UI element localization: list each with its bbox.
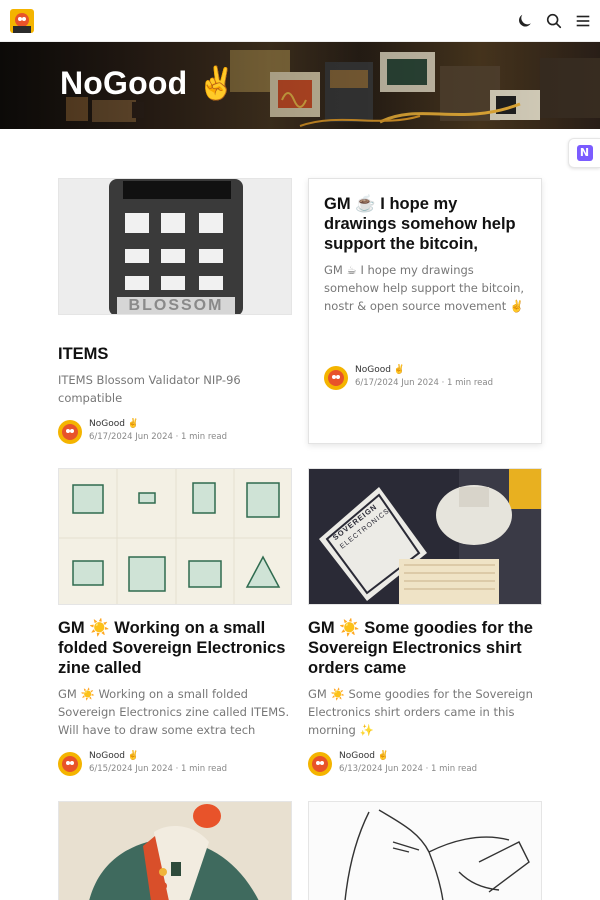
- post-card[interactable]: [58, 801, 292, 900]
- search-icon[interactable]: [544, 11, 564, 31]
- author-name: NoGood ✌️: [339, 751, 390, 761]
- thumb-caption: BLOSSOM: [128, 297, 224, 314]
- avatar: [308, 752, 332, 776]
- post-author[interactable]: NoGood ✌️ 6/17/2024 Jun 2024 · 1 min rea…: [58, 419, 292, 446]
- zine-pages-illustration: [59, 469, 291, 604]
- post-thumbnail[interactable]: [58, 468, 292, 605]
- post-title[interactable]: GM ☀️ Some goodies for the Sovereign Ele…: [308, 618, 542, 678]
- author-name: NoGood ✌️: [89, 751, 140, 761]
- post-thumbnail[interactable]: BLOSSOM: [58, 178, 292, 315]
- hero-banner: NoGood ✌️: [0, 42, 600, 129]
- post-author[interactable]: NoGood ✌️ 6/17/2024 Jun 2024 · 1 min rea…: [324, 365, 529, 392]
- post-title[interactable]: GM ☀️ Working on a small folded Sovereig…: [58, 618, 292, 678]
- post-excerpt: GM ☀️ Working on a small folded Sovereig…: [58, 687, 290, 737]
- post-title[interactable]: GM ☕ I hope my drawings somehow help sup…: [324, 194, 529, 254]
- menu-icon[interactable]: [573, 11, 593, 31]
- post-card-featured[interactable]: GM ☕ I hope my drawings somehow help sup…: [308, 178, 542, 444]
- author-name: NoGood ✌️: [355, 365, 406, 375]
- sketch-illustration: [309, 802, 541, 900]
- blossom-validator-illustration: [59, 179, 291, 314]
- moon-icon[interactable]: [515, 11, 535, 31]
- post-title[interactable]: ITEMS: [58, 344, 292, 364]
- top-bar: [0, 0, 600, 42]
- banner-title: NoGood ✌️: [60, 65, 237, 101]
- post-card[interactable]: SOVEREIGN ELECTRONICS GM ☀️ Some goodies…: [308, 468, 542, 778]
- post-excerpt: GM ☕ I hope my drawings somehow help sup…: [324, 263, 525, 313]
- post-card[interactable]: GM ☀️ Working on a small folded Sovereig…: [58, 468, 292, 778]
- nogood-logo-icon[interactable]: [10, 9, 34, 33]
- post-card[interactable]: [308, 801, 542, 900]
- post-meta: 6/17/2024 Jun 2024 · 1 min read: [89, 432, 227, 442]
- post-card[interactable]: BLOSSOM ITEMS ITEMS Blossom Validator NI…: [58, 178, 292, 448]
- post-meta: 6/15/2024 Jun 2024 · 1 min read: [89, 764, 227, 774]
- post-excerpt: GM ☀️ Some goodies for the Sovereign Ele…: [308, 687, 533, 737]
- author-name: NoGood ✌️: [89, 419, 140, 429]
- jacket-character-illustration: [59, 802, 291, 900]
- nostr-icon: N: [576, 145, 593, 161]
- post-meta: 6/13/2024 Jun 2024 · 1 min read: [339, 764, 477, 774]
- avatar: [324, 366, 348, 390]
- post-excerpt: ITEMS Blossom Validator NIP-96 compatibl…: [58, 373, 241, 405]
- post-thumbnail[interactable]: SOVEREIGN ELECTRONICS: [308, 468, 542, 605]
- post-meta: 6/17/2024 Jun 2024 · 1 min read: [355, 378, 493, 388]
- post-author[interactable]: NoGood ✌️ 6/13/2024 Jun 2024 · 1 min rea…: [308, 751, 542, 778]
- post-thumbnail[interactable]: [58, 801, 292, 900]
- sovereign-goodies-photo: [309, 469, 541, 604]
- nostr-badge[interactable]: N: [568, 138, 600, 168]
- post-author[interactable]: NoGood ✌️ 6/15/2024 Jun 2024 · 1 min rea…: [58, 751, 292, 778]
- avatar: [58, 752, 82, 776]
- post-thumbnail[interactable]: [308, 801, 542, 900]
- avatar: [58, 420, 82, 444]
